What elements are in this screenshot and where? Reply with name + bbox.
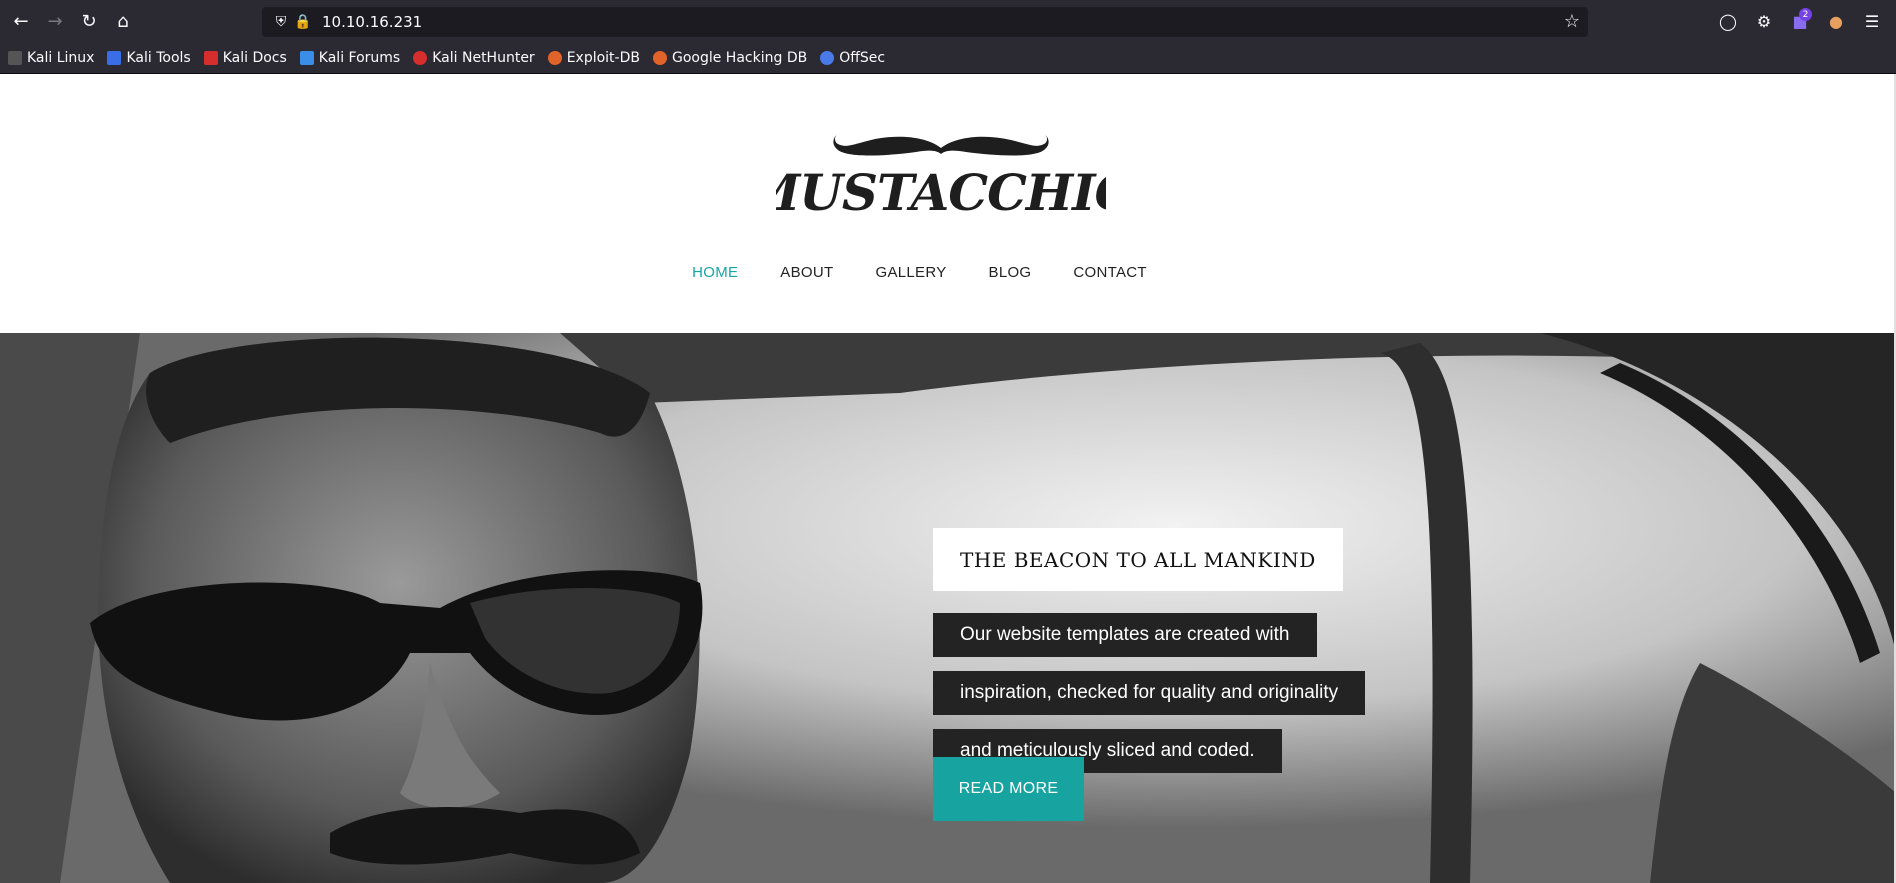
hero-text-line-1: Our website templates are created with — [933, 613, 1317, 657]
pocket-icon[interactable]: ◯ — [1714, 7, 1742, 35]
site-logo[interactable]: MUSTACCHIO — [743, 118, 1139, 222]
reload-icon[interactable]: ↻ — [74, 7, 104, 37]
bookmark-label: Kali NetHunter — [432, 50, 535, 66]
profile-avatar-icon[interactable]: ● — [1822, 7, 1850, 35]
main-nav: HOME ABOUT GALLERY BLOG CONTACT — [0, 264, 1896, 281]
browser-toolbar: ← → ↻ ⌂ ⛨ 🔒 10.10.16.231 ☆ ◯ ⚙ ■ 2 ● ☰ — [0, 0, 1896, 43]
bookmark-kali-tools[interactable]: Kali Tools — [107, 50, 191, 66]
kali-docs-icon — [203, 51, 218, 65]
bookmark-google-hacking-db[interactable]: Google Hacking DB — [652, 50, 808, 66]
bookmark-kali-forums[interactable]: Kali Forums — [299, 50, 401, 66]
extensions-icon[interactable]: ⚙ — [1750, 7, 1778, 35]
offsec-icon — [820, 51, 835, 65]
nav-about[interactable]: ABOUT — [780, 264, 833, 281]
web-page: MUSTACCHIO HOME ABOUT GALLERY BLOG CONTA… — [0, 74, 1896, 883]
kali-dragon-icon — [8, 51, 22, 65]
bookmarks-bar: Kali Linux Kali Tools Kali Docs Kali For… — [0, 43, 1896, 74]
bookmark-kali-linux[interactable]: Kali Linux — [8, 50, 94, 66]
bookmark-offsec[interactable]: OffSec — [820, 50, 885, 66]
url-bar[interactable]: ⛨ 🔒 10.10.16.231 ☆ — [262, 7, 1588, 37]
bookmark-label: Kali Forums — [318, 50, 401, 66]
url-text[interactable]: 10.10.16.231 — [322, 13, 422, 31]
lock-icon[interactable]: 🔒 — [292, 14, 314, 30]
bookmark-label: Kali Tools — [126, 50, 191, 66]
read-more-button[interactable]: READ MORE — [933, 757, 1084, 821]
back-icon[interactable]: ← — [6, 7, 36, 37]
nav-home[interactable]: HOME — [692, 264, 738, 281]
hero-banner: THE BEACON TO ALL MANKIND Our website te… — [0, 333, 1896, 883]
mustache-logo-icon: MUSTACCHIO — [743, 134, 1139, 222]
nav-contact[interactable]: CONTACT — [1073, 264, 1146, 281]
bookmark-kali-docs[interactable]: Kali Docs — [203, 50, 287, 66]
exploit-db-icon — [547, 51, 562, 65]
menu-icon[interactable]: ☰ — [1858, 7, 1886, 35]
nav-gallery[interactable]: GALLERY — [875, 264, 946, 281]
kali-forums-icon — [299, 51, 314, 65]
bookmark-exploit-db[interactable]: Exploit-DB — [547, 50, 640, 66]
shield-icon[interactable]: ⛨ — [270, 14, 292, 30]
extension-badge-icon[interactable]: ■ 2 — [1786, 7, 1814, 35]
nav-blog[interactable]: BLOG — [989, 264, 1032, 281]
bookmark-kali-nethunter[interactable]: Kali NetHunter — [413, 50, 535, 66]
bookmark-label: Kali Docs — [222, 50, 287, 66]
svg-text:MUSTACCHIO: MUSTACCHIO — [776, 163, 1106, 218]
home-icon[interactable]: ⌂ — [108, 7, 138, 37]
bookmark-label: Google Hacking DB — [671, 50, 808, 66]
forward-icon[interactable]: → — [40, 7, 70, 37]
extension-count-badge: 2 — [1799, 8, 1812, 21]
bookmark-label: OffSec — [839, 50, 886, 66]
bookmark-label: Exploit-DB — [566, 50, 640, 66]
kali-tools-icon — [107, 51, 122, 65]
kali-nethunter-icon — [413, 51, 428, 65]
hero-title: THE BEACON TO ALL MANKIND — [933, 528, 1343, 591]
bookmark-label: Kali Linux — [27, 50, 95, 66]
hero-text-line-2: inspiration, checked for quality and ori… — [933, 671, 1366, 715]
bookmark-star-icon[interactable]: ☆ — [1564, 11, 1580, 32]
ghdb-icon — [652, 51, 667, 65]
